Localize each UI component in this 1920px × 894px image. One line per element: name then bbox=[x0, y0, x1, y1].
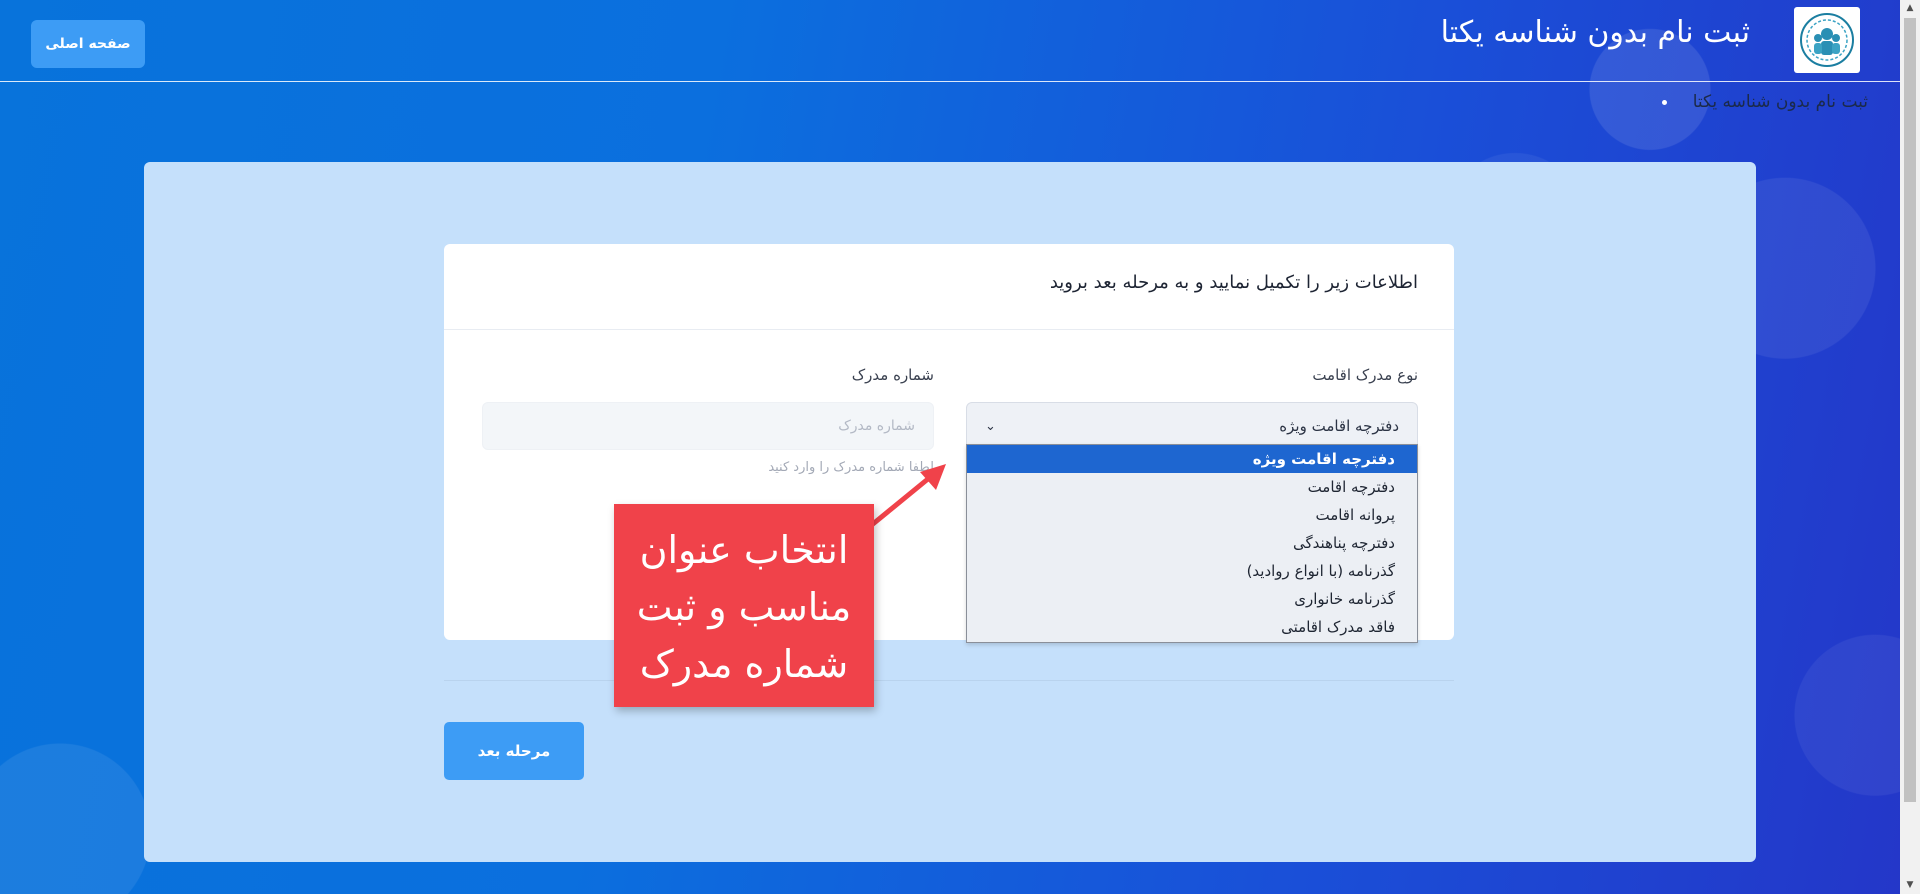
chevron-down-icon: ⌄ bbox=[985, 418, 996, 434]
home-button[interactable]: صفحه اصلی bbox=[31, 20, 145, 68]
main-panel: اطلاعات زیر را تکمیل نمایید و به مرحله ب… bbox=[144, 162, 1756, 862]
annotation-line-2: مناسب و ثبت bbox=[636, 585, 852, 629]
next-step-button[interactable]: مرحله بعد bbox=[444, 722, 584, 780]
option-residence-permit[interactable]: پروانه اقامت bbox=[967, 501, 1417, 529]
annotation-callout: انتخاب عنوان مناسب و ثبت شماره مدرک bbox=[614, 504, 874, 707]
option-family-passport[interactable]: گذرنامه خانواری bbox=[967, 585, 1417, 613]
breadcrumb: ثبت نام بدون شناسه یکتا bbox=[1661, 92, 1868, 112]
form-heading: اطلاعات زیر را تکمیل نمایید و به مرحله ب… bbox=[444, 244, 1454, 330]
scroll-down-arrow-icon[interactable]: ▼ bbox=[1900, 877, 1920, 894]
header-bar: صفحه اصلی ثبت نام بدون شناسه یکتا bbox=[0, 0, 1900, 82]
document-type-label: نوع مدرک اقامت bbox=[1312, 366, 1418, 384]
vertical-scrollbar[interactable]: ▲ ▼ bbox=[1900, 0, 1920, 894]
document-type-select[interactable]: دفترچه اقامت ویژه ⌄ bbox=[966, 402, 1418, 450]
option-residence-booklet[interactable]: دفترچه اقامت bbox=[967, 473, 1417, 501]
logo-emblem-icon bbox=[1800, 13, 1854, 67]
site-title: ثبت نام بدون شناسه یکتا bbox=[1440, 15, 1750, 50]
breadcrumb-bullet-icon bbox=[1661, 99, 1667, 105]
scroll-up-arrow-icon[interactable]: ▲ bbox=[1900, 0, 1920, 17]
annotation-line-1: انتخاب عنوان bbox=[639, 528, 849, 572]
scrollbar-thumb[interactable] bbox=[1904, 18, 1916, 802]
option-passport-with-visa[interactable]: گذرنامه (با انواع روادید) bbox=[967, 557, 1417, 585]
option-special-residence-booklet[interactable]: دفترچه اقامت ویژه bbox=[967, 445, 1417, 473]
document-number-input[interactable] bbox=[482, 402, 934, 450]
document-type-selected-value: دفترچه اقامت ویژه bbox=[1279, 417, 1399, 435]
document-type-options-list: دفترچه اقامت ویژه دفترچه اقامت پروانه اق… bbox=[966, 444, 1418, 643]
logo[interactable] bbox=[1794, 7, 1860, 73]
section-divider bbox=[444, 680, 1454, 681]
annotation-line-3: شماره مدرک bbox=[639, 642, 849, 686]
document-number-label: شماره مدرک bbox=[851, 366, 934, 384]
breadcrumb-item-current[interactable]: ثبت نام بدون شناسه یکتا bbox=[1693, 92, 1868, 112]
option-no-residence-document[interactable]: فاقد مدرک اقامتی bbox=[967, 613, 1417, 641]
option-refugee-booklet[interactable]: دفترچه پناهندگی bbox=[967, 529, 1417, 557]
